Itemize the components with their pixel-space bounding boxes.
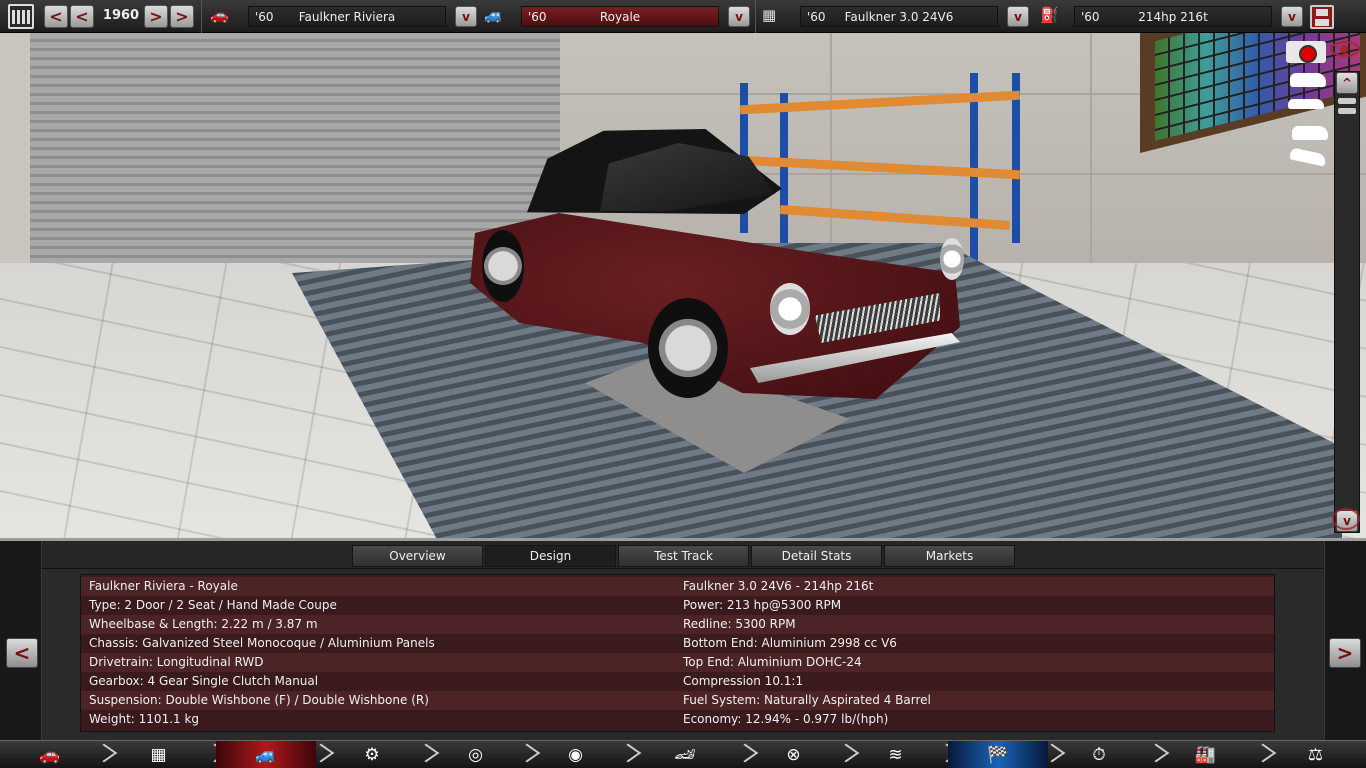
tab-design[interactable]: Design xyxy=(485,545,616,567)
nav-wheels[interactable]: ◎ xyxy=(428,741,523,768)
calendar-icon[interactable] xyxy=(8,4,34,29)
front-view-icon[interactable] xyxy=(1290,73,1326,87)
nav-gearbox[interactable]: ⚙ xyxy=(322,741,422,768)
side-view-icon[interactable] xyxy=(1288,99,1324,109)
suspension-icon: ≋ xyxy=(888,745,903,765)
tab-markets[interactable]: Markets xyxy=(884,545,1015,567)
year-label: 1960 xyxy=(102,8,140,23)
view-scrollbar[interactable]: ^ v xyxy=(1334,71,1360,533)
interior-icon: ⊗ xyxy=(786,745,801,765)
nav-markets[interactable]: ⚖ xyxy=(1265,741,1366,768)
nav-engineer[interactable]: ⏱ xyxy=(1054,741,1144,768)
spec-row: Chassis: Galvanized Steel Monocoque / Al… xyxy=(81,634,1274,653)
tab-overview[interactable]: Overview xyxy=(352,545,483,567)
spec-table: Faulkner Riviera - Royale Faulkner 3.0 2… xyxy=(80,574,1275,732)
info-tabs: Overview Design Test Track Detail Stats … xyxy=(42,541,1324,569)
spec-row: Faulkner Riviera - Royale Faulkner 3.0 2… xyxy=(81,577,1274,596)
spec-row: Gearbox: 4 Gear Single Clutch Manual Com… xyxy=(81,672,1274,691)
eye-icon[interactable] xyxy=(1330,41,1360,57)
trim-dropdown-button[interactable]: v xyxy=(728,6,750,27)
spec-row: Wheelbase & Length: 2.22 m / 3.87 m Redl… xyxy=(81,615,1274,634)
prev-page-button[interactable]: < xyxy=(6,638,38,668)
nav-suspension[interactable]: ≋ xyxy=(848,741,943,768)
model-select[interactable]: '60 Faulkner Riviera xyxy=(248,6,446,27)
spec-row: Weight: 1101.1 kg Economy: 12.94% - 0.97… xyxy=(81,710,1274,729)
nav-interior[interactable]: ⊗ xyxy=(746,741,841,768)
engine-variant-icon: ⛽ xyxy=(1040,6,1059,24)
tab-test-track[interactable]: Test Track xyxy=(618,545,749,567)
body-icon: ◉ xyxy=(568,745,583,765)
nav-aero[interactable]: 🏎 xyxy=(630,741,740,768)
car-viewport[interactable]: ^ v xyxy=(0,33,1366,538)
test-track-icon: 🏁 xyxy=(987,745,1009,765)
nav-chassis[interactable]: ▦ xyxy=(106,741,211,768)
wheels-icon: ◎ xyxy=(468,745,483,765)
engine-variant-select[interactable]: '60 214hp 216t xyxy=(1074,6,1272,27)
trim-select[interactable]: '60 Royale xyxy=(521,6,719,27)
spec-row: Drivetrain: Longitudinal RWD Top End: Al… xyxy=(81,653,1274,672)
nav-trim[interactable]: 🚙 xyxy=(216,741,316,768)
front-wheel xyxy=(648,298,728,398)
nav-factory[interactable]: 🏭 xyxy=(1158,741,1253,768)
bottom-nav: 🚗 ▦ 🚙 ⚙ ◎ ◉ 🏎 ⊗ ≋ 🏁 ⏱ 🏭 ⚖ xyxy=(0,740,1366,768)
chassis-icon: ▦ xyxy=(150,745,167,765)
year-forward-ten-button[interactable]: > xyxy=(170,5,194,28)
tab-detail-stats[interactable]: Detail Stats xyxy=(751,545,882,567)
engine-family-select[interactable]: '60 Faulkner 3.0 24V6 xyxy=(800,6,998,27)
gearbox-icon: ⚙ xyxy=(364,745,380,765)
car-model-icon: 🚗 xyxy=(210,6,229,24)
headlight-right xyxy=(940,238,964,280)
scroll-up-button[interactable]: ^ xyxy=(1336,72,1358,94)
car-model-icon: 🚗 xyxy=(39,745,61,765)
market-scale-icon: ⚖ xyxy=(1307,745,1324,765)
storage-shelf xyxy=(739,73,1021,263)
engine-block-icon: ▦ xyxy=(762,6,777,24)
year-back-button[interactable]: < xyxy=(70,5,94,28)
engine-family-dropdown-button[interactable]: v xyxy=(1007,6,1029,27)
nav-car-model[interactable]: 🚗 xyxy=(0,741,100,768)
trim-icon: 🚙 xyxy=(255,745,277,765)
model-dropdown-button[interactable]: v xyxy=(455,6,477,27)
next-page-button[interactable]: > xyxy=(1329,638,1361,668)
spec-row: Suspension: Double Wishbone (F) / Double… xyxy=(81,691,1274,710)
nav-body[interactable]: ◉ xyxy=(528,741,623,768)
save-icon[interactable] xyxy=(1310,5,1334,29)
trim-icon: 🚙 xyxy=(484,6,503,24)
year-back-ten-button[interactable]: < xyxy=(44,5,68,28)
spec-row: Type: 2 Door / 2 Seat / Hand Made Coupe … xyxy=(81,596,1274,615)
info-panel: < > Overview Design Test Track Detail St… xyxy=(0,538,1366,740)
camera-icon[interactable] xyxy=(1286,41,1326,63)
factory-icon: 🏭 xyxy=(1194,745,1217,765)
reset-camera-icon[interactable] xyxy=(1332,508,1360,530)
headlight-left xyxy=(770,283,810,335)
engine-variant-dropdown-button[interactable]: v xyxy=(1281,6,1303,27)
rear-wheel xyxy=(482,230,524,302)
top-bar: < < 1960 > > 🚗 '60 Faulkner Riviera v 🚙 … xyxy=(0,0,1366,33)
rear-view-icon[interactable] xyxy=(1292,126,1328,140)
nav-test-track[interactable]: 🏁 xyxy=(948,741,1048,768)
engineer-icon: ⏱ xyxy=(1092,745,1106,765)
year-forward-button[interactable]: > xyxy=(144,5,168,28)
aero-icon: 🏎 xyxy=(674,745,696,765)
